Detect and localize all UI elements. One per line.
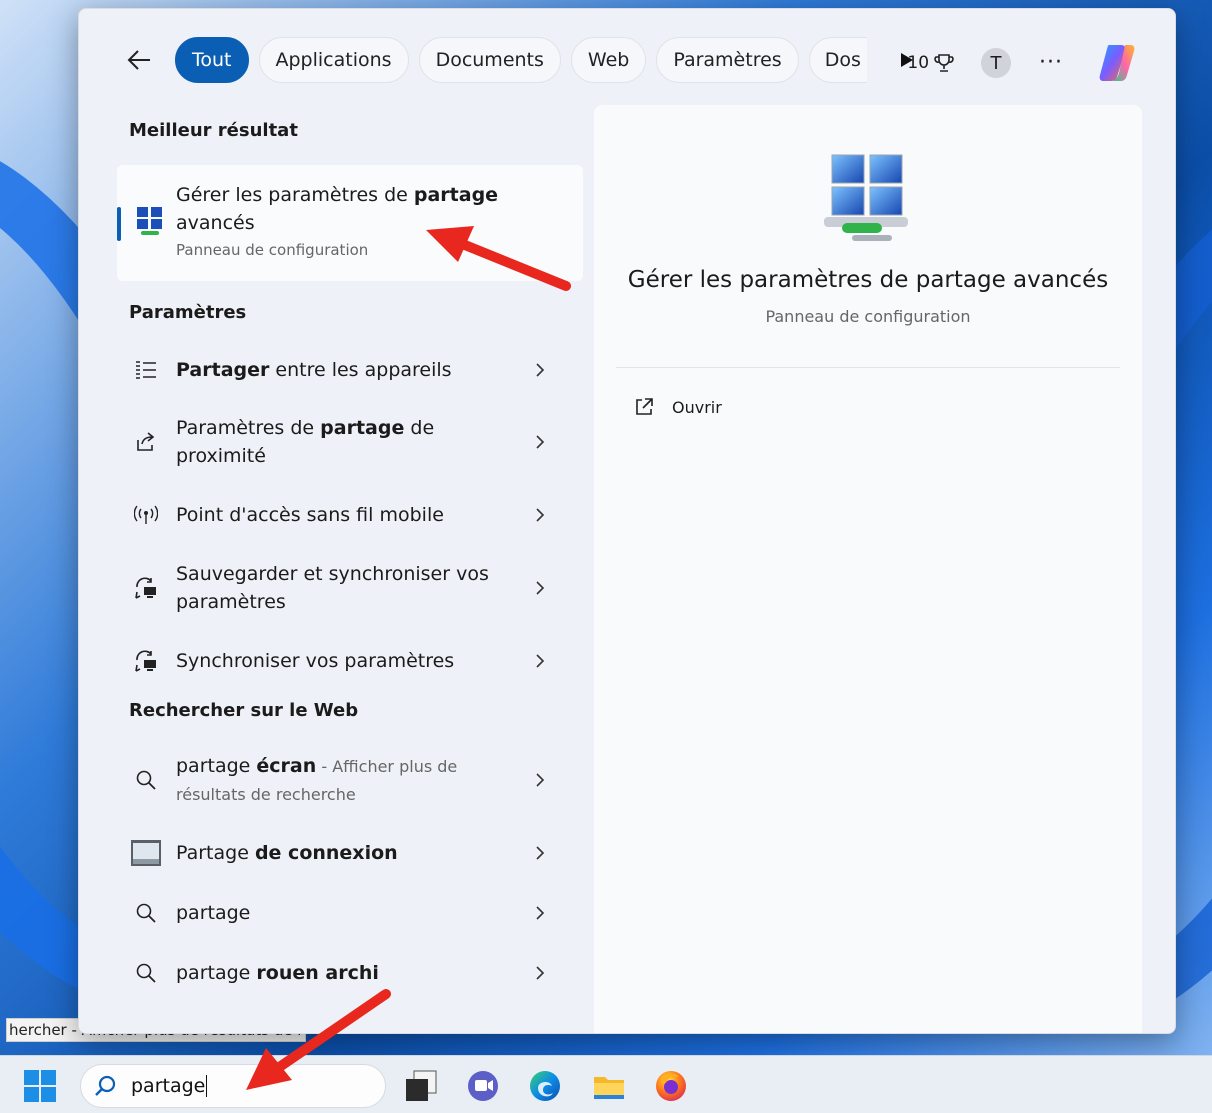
- tab-parametres[interactable]: Paramètres: [656, 37, 799, 83]
- share-icon: [137, 432, 155, 451]
- tab-tout[interactable]: Tout: [175, 37, 249, 83]
- search-icon: [136, 903, 156, 923]
- search-icon: [136, 963, 156, 983]
- teams-chat-icon[interactable]: [466, 1069, 500, 1103]
- rewards-points[interactable]: 10: [907, 52, 955, 74]
- list-item-web-partage-rouen[interactable]: partage rouen archi: [117, 943, 583, 1003]
- rewards-points-value: 10: [907, 53, 930, 73]
- preview-pane: Gérer les paramètres de partage avancés …: [594, 105, 1142, 1033]
- taskbar-search-input[interactable]: partage: [80, 1064, 386, 1108]
- best-result-item[interactable]: Gérer les paramètres de partage avancés …: [117, 165, 583, 281]
- back-arrow-icon: [127, 50, 150, 70]
- tab-documents[interactable]: Documents: [418, 37, 561, 83]
- search-icon: [136, 770, 156, 790]
- network-sharing-large-icon: [824, 154, 908, 241]
- chevron-right-icon: [536, 581, 545, 595]
- chevron-right-icon: [536, 906, 545, 920]
- chevron-right-icon: [536, 508, 545, 522]
- preview-title: Gérer les paramètres de partage avancés: [627, 267, 1109, 293]
- network-sharing-icon: [137, 207, 162, 235]
- list-item-point-acces[interactable]: Point d'accès sans fil mobile: [117, 485, 583, 545]
- selection-indicator: [117, 207, 121, 241]
- list-item-synchroniser[interactable]: Synchroniser vos paramètres: [117, 631, 583, 691]
- chevron-right-icon: [536, 654, 545, 668]
- open-action-label: Ouvrir: [672, 397, 722, 417]
- trophy-icon: [934, 54, 954, 72]
- sync-icon: [135, 650, 156, 672]
- list-item-web-partage-connexion[interactable]: Partage de connexion: [117, 823, 583, 883]
- list-item-web-partage-ecran[interactable]: partage écran - Afficher plus de résulta…: [117, 737, 583, 823]
- edge-browser-icon[interactable]: [528, 1069, 562, 1103]
- search-icon: [95, 1075, 116, 1096]
- tab-dossiers[interactable]: Dos: [808, 37, 867, 83]
- web-search-header: Rechercher sur le Web: [129, 700, 359, 721]
- chevron-right-icon: [536, 846, 545, 860]
- web-thumbnail-icon: [131, 840, 161, 866]
- list-settings-icon: [136, 361, 156, 379]
- chevron-right-icon: [536, 966, 545, 980]
- best-result-title-line2: avancés: [176, 212, 255, 234]
- back-button[interactable]: [119, 40, 159, 80]
- best-result-title-line1: Gérer les paramètres de partage: [176, 184, 499, 206]
- firefox-icon[interactable]: [654, 1069, 688, 1103]
- copilot-icon[interactable]: [1095, 41, 1139, 85]
- tab-web[interactable]: Web: [570, 37, 647, 83]
- results-list: Meilleur résultat Gérer les paramètres d…: [117, 111, 583, 1003]
- avatar[interactable]: T: [981, 48, 1012, 78]
- taskbar-search-value: partage: [131, 1075, 208, 1097]
- sync-backup-icon: [135, 577, 156, 599]
- more-options-button[interactable]: ···: [1039, 52, 1063, 74]
- top-right-controls: 10 T ···: [907, 41, 1139, 85]
- best-result-subtitle: Panneau de configuration: [176, 241, 369, 259]
- best-result-header: Meilleur résultat: [129, 120, 298, 141]
- open-action[interactable]: Ouvrir: [634, 397, 722, 417]
- list-item-partage-proximite[interactable]: Paramètres de partage de proximité: [117, 399, 583, 485]
- list-item-web-partage[interactable]: partage: [117, 883, 583, 943]
- task-view-icon[interactable]: [404, 1069, 438, 1103]
- search-flyout: Tout Applications Documents Web Paramètr…: [78, 8, 1176, 1034]
- file-explorer-icon[interactable]: [592, 1069, 626, 1103]
- hotspot-icon: [134, 505, 158, 524]
- chevron-right-icon: [536, 435, 545, 449]
- taskbar: partage: [0, 1055, 1212, 1113]
- preview-divider: [616, 367, 1120, 368]
- chevron-right-icon: [536, 773, 545, 787]
- settings-header: Paramètres: [129, 302, 247, 323]
- chevron-right-icon: [536, 363, 545, 377]
- open-external-icon: [636, 398, 653, 415]
- filter-tabs: Tout Applications Documents Web Paramètr…: [119, 35, 921, 85]
- tab-applications[interactable]: Applications: [258, 37, 409, 83]
- preview-subtitle: Panneau de configuration: [765, 307, 971, 326]
- list-item-sauvegarder-sync[interactable]: Sauvegarder et synchroniser vos paramètr…: [117, 545, 583, 631]
- list-item-partager-appareils[interactable]: Partager entre les appareils: [117, 341, 583, 399]
- windows-start-icon[interactable]: [24, 1070, 56, 1102]
